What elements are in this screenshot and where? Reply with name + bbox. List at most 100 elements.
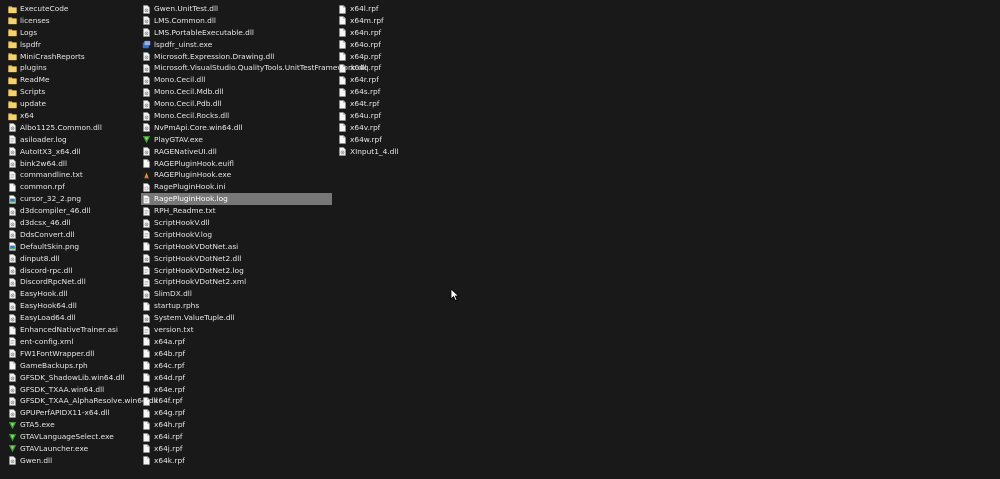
file-item[interactable]: Microsoft.Expression.Drawing.dll (141, 51, 332, 63)
file-item[interactable]: RAGEPluginHook.euifl (141, 158, 332, 170)
file-icon (338, 52, 347, 61)
file-item[interactable]: x64g.rpf (141, 407, 332, 419)
file-item[interactable]: DiscordRpcNet.dll (7, 276, 145, 288)
file-item[interactable]: x64e.rpf (141, 384, 332, 396)
file-item[interactable]: ScriptHookV.log (141, 229, 332, 241)
file-name: common.rpf (20, 182, 65, 192)
file-item[interactable]: RAGEPluginHook.exe (141, 169, 332, 181)
file-item[interactable]: ScriptHookVDotNet2.log (141, 265, 332, 277)
file-item[interactable]: ScriptHookVDotNet.asi (141, 241, 332, 253)
file-item[interactable]: RPH_Readme.txt (141, 205, 332, 217)
file-item[interactable]: ent-config.xml (7, 336, 145, 348)
file-item[interactable]: asiloader.log (7, 134, 145, 146)
file-item[interactable]: version.txt (141, 324, 332, 336)
file-item[interactable]: x64k.rpf (141, 455, 332, 467)
file-item[interactable]: d3dcsx_46.dll (7, 217, 145, 229)
file-item[interactable]: System.ValueTuple.dll (141, 312, 332, 324)
file-item[interactable]: x64t.rpf (337, 98, 487, 110)
file-item[interactable]: EasyHook.dll (7, 288, 145, 300)
file-item[interactable]: LMS.PortableExecutable.dll (141, 27, 332, 39)
file-item[interactable]: GameBackups.rph (7, 360, 145, 372)
file-item[interactable]: x64v.rpf (337, 122, 487, 134)
file-item[interactable]: startup.rphs (141, 300, 332, 312)
file-item[interactable]: ScriptHookV.dll (141, 217, 332, 229)
file-icon (8, 183, 17, 192)
file-item[interactable]: XInput1_4.dll (337, 146, 487, 158)
folder-icon (8, 5, 17, 14)
file-item[interactable]: x64q.rpf (337, 62, 487, 74)
dll-file-icon (8, 290, 17, 299)
file-item[interactable]: x64r.rpf (337, 74, 487, 86)
file-item[interactable]: x64n.rpf (337, 27, 487, 39)
file-item[interactable]: GPUPerfAPIDX11-x64.dll (7, 407, 145, 419)
file-item[interactable]: Logs (7, 27, 145, 39)
file-item[interactable]: x64f.rpf (141, 395, 332, 407)
file-icon (142, 373, 151, 382)
file-item[interactable]: Mono.Cecil.Pdb.dll (141, 98, 332, 110)
file-item[interactable]: d3dcompiler_46.dll (7, 205, 145, 217)
file-item[interactable]: EnhancedNativeTrainer.asi (7, 324, 145, 336)
file-item[interactable]: NvPmApi.Core.win64.dll (141, 122, 332, 134)
file-item[interactable]: x64o.rpf (337, 39, 487, 51)
file-item[interactable]: EasyHook64.dll (7, 300, 145, 312)
file-item[interactable]: Scripts (7, 86, 145, 98)
file-item[interactable]: commandline.txt (7, 169, 145, 181)
file-item[interactable]: RagePluginHook.ini (141, 181, 332, 193)
file-item[interactable]: Gwen.dll (7, 455, 145, 467)
file-item[interactable]: x64l.rpf (337, 3, 487, 15)
file-item[interactable]: lspdfr (7, 39, 145, 51)
file-item[interactable]: x64w.rpf (337, 134, 487, 146)
file-item[interactable]: x64h.rpf (141, 419, 332, 431)
file-item[interactable]: x64 (7, 110, 145, 122)
file-item[interactable]: Mono.Cecil.Rocks.dll (141, 110, 332, 122)
file-item[interactable]: LMS.Common.dll (141, 15, 332, 27)
file-item[interactable]: x64i.rpf (141, 431, 332, 443)
file-item[interactable]: licenses (7, 15, 145, 27)
file-item[interactable]: common.rpf (7, 181, 145, 193)
file-name: GameBackups.rph (20, 360, 88, 370)
file-item[interactable]: AutoItX3_x64.dll (7, 146, 145, 158)
file-item[interactable]: DefaultSkin.png (7, 241, 145, 253)
file-item[interactable]: GTAVLanguageSelect.exe (7, 431, 145, 443)
file-item[interactable]: cursor_32_2.png (7, 193, 145, 205)
file-item[interactable]: discord-rpc.dll (7, 265, 145, 277)
file-item[interactable]: Mono.Cecil.Mdb.dll (141, 86, 332, 98)
dll-file-icon (142, 87, 151, 97)
file-item[interactable]: Microsoft.VisualStudio.QualityTools.Unit… (141, 62, 366, 74)
file-item[interactable]: x64m.rpf (337, 15, 487, 27)
file-item[interactable]: x64p.rpf (337, 51, 487, 63)
file-item[interactable]: SlimDX.dll (141, 288, 332, 300)
file-item[interactable]: Gwen.UnitTest.dll (141, 3, 332, 15)
file-item[interactable]: RagePluginHook.log (141, 193, 332, 206)
file-item[interactable]: x64a.rpf (141, 336, 332, 348)
dll-file-icon (142, 16, 151, 26)
file-item[interactable]: Mono.Cecil.dll (141, 74, 332, 86)
file-item[interactable]: x64j.rpf (141, 443, 332, 455)
file-item[interactable]: x64u.rpf (337, 110, 487, 122)
file-item[interactable]: RAGENativeUI.dll (141, 146, 332, 158)
file-item[interactable]: MiniCrashReports (7, 51, 145, 63)
file-item[interactable]: ReadMe (7, 74, 145, 86)
file-item[interactable]: lspdfr_uinst.exe (141, 39, 332, 51)
file-item[interactable]: update (7, 98, 145, 110)
file-item[interactable]: EasyLoad64.dll (7, 312, 145, 324)
file-item[interactable]: x64c.rpf (141, 360, 332, 372)
file-item[interactable]: GFSDK_TXAA.win64.dll (7, 384, 145, 396)
file-item[interactable]: ScriptHookVDotNet2.xml (141, 276, 332, 288)
file-item[interactable]: GTAVLauncher.exe (7, 443, 145, 455)
file-item[interactable]: ScriptHookVDotNet2.dll (141, 253, 332, 265)
file-item[interactable]: ExecuteCode (7, 3, 145, 15)
file-item[interactable]: dinput8.dll (7, 253, 145, 265)
file-item[interactable]: Albo1125.Common.dll (7, 122, 145, 134)
file-item[interactable]: x64b.rpf (141, 348, 332, 360)
file-item[interactable]: PlayGTAV.exe (141, 134, 332, 146)
file-item[interactable]: GFSDK_TXAA_AlphaResolve.win64.dll (7, 395, 158, 407)
file-item[interactable]: GFSDK_ShadowLib.win64.dll (7, 372, 145, 384)
file-item[interactable]: x64s.rpf (337, 86, 487, 98)
file-item[interactable]: plugins (7, 62, 145, 74)
file-item[interactable]: bink2w64.dll (7, 158, 145, 170)
file-item[interactable]: x64d.rpf (141, 372, 332, 384)
file-item[interactable]: DdsConvert.dll (7, 229, 145, 241)
file-item[interactable]: FW1FontWrapper.dll (7, 348, 145, 360)
file-item[interactable]: GTA5.exe (7, 419, 145, 431)
